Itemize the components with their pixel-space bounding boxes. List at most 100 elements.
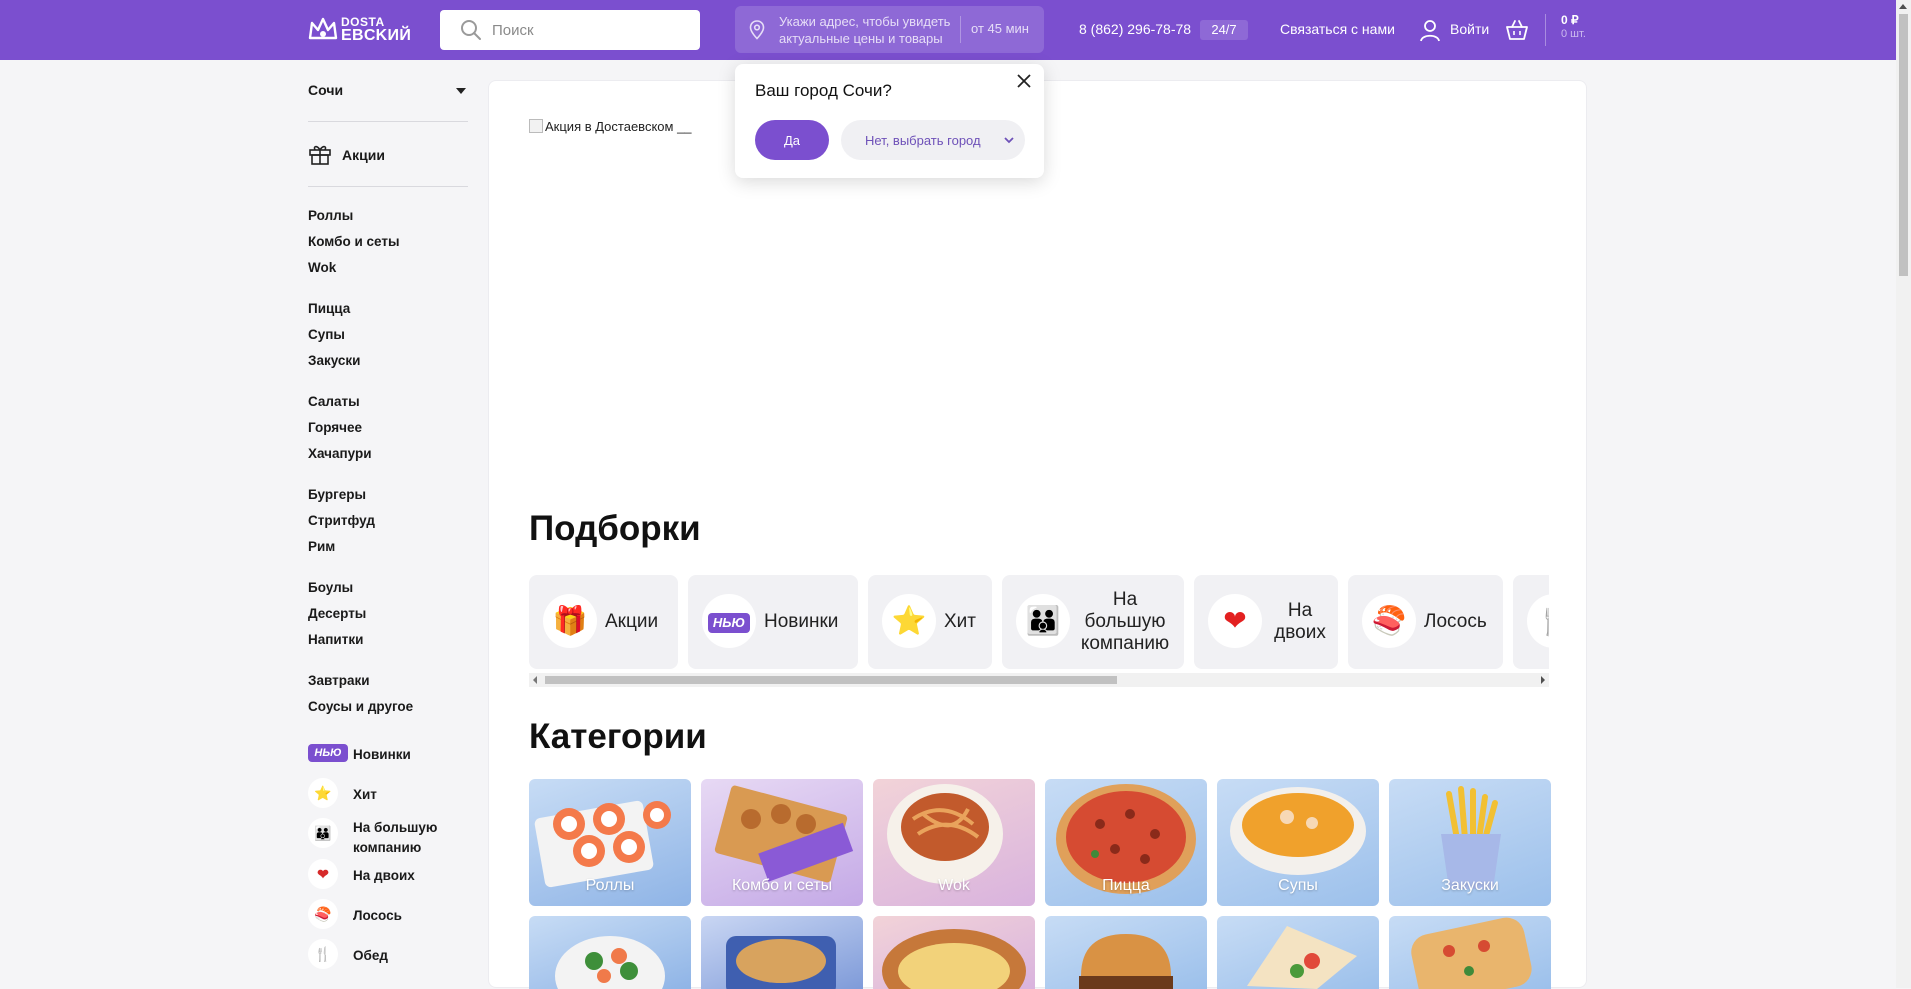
sidebar-item-hot[interactable]: Горячее [308,420,362,435]
family-icon: 👪 [1016,594,1070,648]
chevron-down-icon [1004,137,1014,144]
close-icon[interactable] [1015,72,1033,90]
category-label: Wok [938,877,970,894]
category-snacks[interactable]: Закуски [1389,779,1551,906]
divider [308,186,468,187]
broken-image-icon [529,119,543,133]
city-name: Сочи [308,82,344,98]
sidebar-item-soups[interactable]: Супы [308,327,345,342]
category-combo[interactable]: Комбо и сеты [701,779,863,906]
sidebar-item-label: Хит [353,787,377,802]
category-label: Пицца [1102,877,1150,894]
cart-sum[interactable]: 0 ₽ [1561,13,1579,27]
category-streetfood[interactable] [1217,916,1379,989]
wrap-image [1247,926,1357,989]
collection-label: На большую компанию [1080,589,1170,654]
sidebar-item-drinks[interactable]: Напитки [308,632,363,647]
sidebar-item-label: Акции [342,147,385,163]
category-label: Роллы [585,877,635,894]
categories-title: Категории [529,717,707,756]
collection-promo[interactable]: 🎁 Акции [529,575,678,669]
gift-icon [309,145,331,165]
divider [960,16,961,43]
sidebar-item-label: Новинки [353,747,411,762]
main-content: Акция в Достаевском __ Подборки 🎁 Акции … [488,80,1587,989]
login-label: Войти [1450,21,1490,37]
sidebar-item-streetfood[interactable]: Стритфуд [308,513,375,528]
collection-hit[interactable]: ⭐ Хит [868,575,992,669]
sidebar-item-pizza[interactable]: Пицца [308,301,350,316]
gift-icon: 🎁 [543,594,597,648]
rim-pizza-image [1411,917,1532,989]
sidebar-item-combo[interactable]: Комбо и сеты [308,234,399,249]
salmon-icon: 🍣 [308,899,338,929]
sidebar-item-salads[interactable]: Салаты [308,394,360,409]
hours-badge: 24/7 [1200,20,1248,40]
sidebar-item-desserts[interactable]: Десерты [308,606,366,621]
collection-label: Акции [605,611,659,632]
search-input[interactable] [492,18,692,42]
collection-label: Новинки [764,611,839,632]
family-icon: 👪 [308,818,338,848]
cart-count[interactable]: 0 шт. [1561,28,1586,40]
arrow-right-icon[interactable] [1541,676,1545,684]
logo[interactable]: DOSTA EBCKИЙ [307,12,411,46]
category-wok[interactable]: Wok [873,779,1035,906]
logo-crown-icon [308,17,338,40]
category-khachapuri[interactable] [873,916,1035,989]
sidebar-item-rolls[interactable]: Роллы [308,208,353,223]
star-icon: ⭐ [882,594,936,648]
collection-for-two[interactable]: ❤ На двоих [1194,575,1338,669]
sidebar-item-wok[interactable]: Wok [308,260,336,275]
sidebar-item-label: На большую компанию [353,820,438,855]
arrow-up-icon[interactable] [1899,4,1907,9]
cutlery-icon: 🍴 [1527,594,1549,648]
sidebar-item-snacks[interactable]: Закуски [308,353,360,368]
phone-number[interactable]: 8 (862) 296-78-78 [1079,21,1191,37]
header: DOSTA EBCKИЙ Укажи адрес, чтобы увидеть … [0,0,1896,60]
divider [308,121,468,122]
sidebar-item-bowls[interactable]: Боулы [308,580,353,595]
collection-new[interactable]: НЬЮ Новинки [688,575,858,669]
choose-city-button[interactable]: Нет, выбрать город [841,120,1025,160]
divider [1545,14,1546,46]
delivery-time: от 45 мин [971,21,1029,36]
scrollbar-thumb[interactable] [545,676,1117,684]
confirm-city-button[interactable]: Да [755,120,829,160]
collection-lunch[interactable]: 🍴 [1513,575,1549,669]
page-scrollbar[interactable] [1896,0,1911,988]
promo-banner[interactable]: Акция в Достаевском __ [529,119,692,134]
category-burgers[interactable] [1045,916,1207,989]
category-soups[interactable]: Супы [1217,779,1379,906]
new-badge: НЬЮ [702,594,756,648]
category-rim[interactable] [1389,916,1551,989]
arrow-left-icon[interactable] [533,676,537,684]
category-hot[interactable] [701,916,863,989]
city-selector[interactable]: Сочи [308,82,468,104]
search-icon [461,20,481,40]
cart-icon[interactable] [1505,18,1529,42]
category-pizza[interactable]: Пицца [1045,779,1207,906]
category-salads[interactable] [529,916,691,989]
category-label: Комбо и сеты [731,877,833,894]
collection-label: Лосось [1424,611,1487,632]
search-box[interactable] [440,10,700,50]
sidebar-item-rim[interactable]: Рим [308,539,335,554]
collection-company[interactable]: 👪 На большую компанию [1002,575,1184,669]
salmon-icon: 🍣 [1362,594,1416,648]
sidebar-item-sauces[interactable]: Соусы и другое [308,699,413,714]
address-selector[interactable]: Укажи адрес, чтобы увидеть актуальные це… [735,6,1044,53]
contact-link[interactable]: Связаться с нами [1280,21,1395,37]
scrollbar-thumb[interactable] [1899,14,1908,276]
address-prompt: Укажи адрес, чтобы увидеть актуальные це… [779,14,951,46]
category-rolls[interactable]: Роллы [529,779,691,906]
khachapuri-image [882,929,1026,989]
sidebar-item-breakfast[interactable]: Завтраки [308,673,370,688]
sidebar-item-khachapuri[interactable]: Хачапури [308,446,372,461]
new-badge-text: НЬЮ [708,612,750,633]
choose-city-label: Нет, выбрать город [865,132,981,148]
sidebar-item-burgers[interactable]: Бургеры [308,487,366,502]
collections-carousel: 🎁 Акции НЬЮ Новинки ⭐ Хит 👪 На большую к… [529,575,1549,669]
collections-scrollbar[interactable] [529,673,1549,687]
collection-salmon[interactable]: 🍣 Лосось [1348,575,1503,669]
